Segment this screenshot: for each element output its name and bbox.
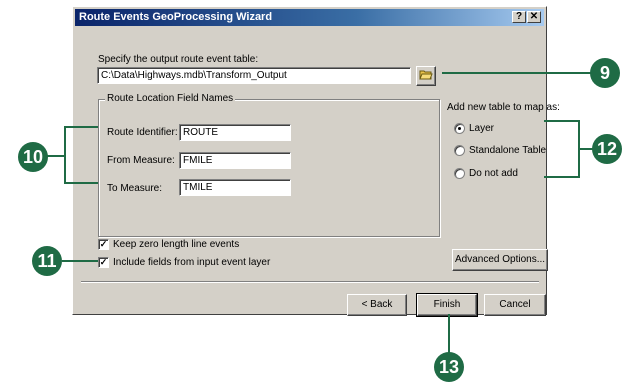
finish-button[interactable]: Finish [416,293,478,317]
route-group-title: Route Location Field Names [105,93,236,104]
to-measure-field[interactable]: TMILE [179,179,291,196]
window-title: Route Events GeoProcessing Wizard [79,11,273,23]
route-identifier-label: Route Identifier: [107,127,178,138]
to-measure-label: To Measure: [107,183,163,194]
radio-do-not-add[interactable] [454,168,465,179]
folder-open-icon [419,70,433,80]
callout-11: 11 [32,246,62,276]
callout-10: 10 [18,142,48,172]
keep-zero-length-checkbox[interactable]: ✓ [98,239,109,250]
radio-standalone-table[interactable] [454,145,465,156]
from-measure-label: From Measure: [107,155,175,166]
output-table-label: Specify the output route event table: [98,54,259,65]
callout-13-leader [448,314,450,354]
back-button[interactable]: < Back [347,294,407,316]
include-fields-label: Include fields from input event layer [113,257,271,268]
callout-12-bracket-top [544,120,580,122]
help-button[interactable]: ? [512,11,526,23]
include-fields-checkbox[interactable]: ✓ [98,257,109,268]
callout-11-leader [62,260,98,262]
callout-10-leader [46,155,66,157]
advanced-options-button[interactable]: Advanced Options... [452,249,548,271]
close-button[interactable]: ✕ [527,11,541,23]
route-identifier-field[interactable]: ROUTE [179,124,291,141]
callout-9-leader [442,72,592,74]
separator [81,281,539,283]
add-table-label: Add new table to map as: [447,102,560,113]
radio-layer[interactable] [454,123,465,134]
title-bar[interactable]: Route Events GeoProcessing Wizard ? ✕ [75,9,544,26]
callout-10-bracket-top [64,126,98,128]
wizard-dialog: Route Events GeoProcessing Wizard ? ✕ Sp… [72,6,560,317]
browse-button[interactable] [416,66,436,86]
output-path-field[interactable]: C:\Data\Highways.mdb\Transform_Output [97,67,411,84]
callout-12: 12 [592,134,622,164]
callout-9: 9 [590,58,620,88]
from-measure-field[interactable]: FMILE [179,152,291,169]
callout-10-bracket-bottom [64,182,98,184]
cancel-button[interactable]: Cancel [484,294,546,316]
radio-layer-label: Layer [469,123,495,134]
radio-do-not-add-label: Do not add [469,168,518,179]
callout-13: 13 [434,352,464,382]
callout-12-bracket-bottom [544,176,580,178]
keep-zero-length-label: Keep zero length line events [113,239,240,250]
radio-standalone-label: Standalone Table [469,145,547,156]
